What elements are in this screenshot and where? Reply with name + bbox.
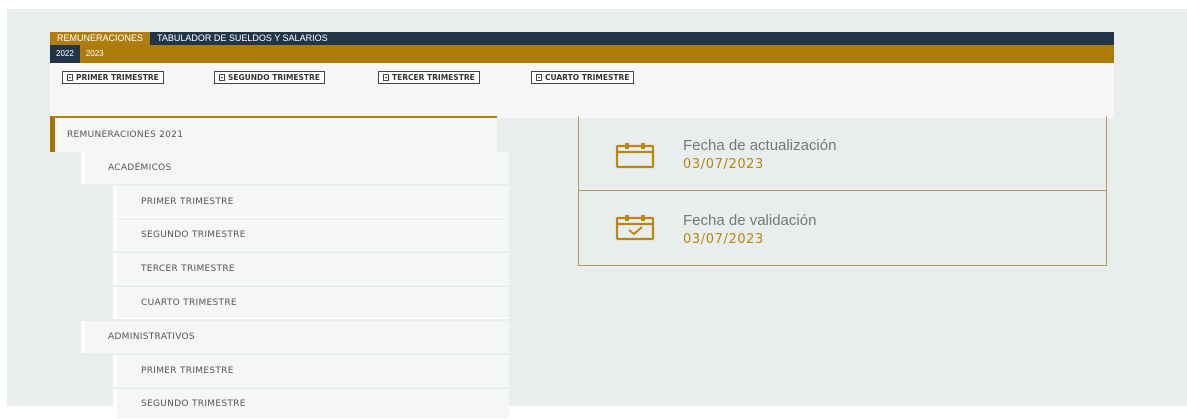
quarter-button-row: PRIMER TRIMESTRE SEGUNDO TRIMESTRE TERCE… xyxy=(50,63,1114,118)
document-icon xyxy=(67,74,73,81)
tercer-trimestre-button[interactable]: TERCER TRIMESTRE xyxy=(378,71,480,84)
cuarto-trimestre-button[interactable]: CUARTO TRIMESTRE xyxy=(531,71,635,84)
document-icon xyxy=(219,74,225,81)
sidebar-group-administrativos[interactable]: ADMINISTRATIVOS xyxy=(81,321,509,353)
sidebar-item-tercer-trimestre[interactable]: TERCER TRIMESTRE xyxy=(113,253,509,285)
tab-tabulador[interactable]: TABULADOR DE SUELDOS Y SALARIOS xyxy=(150,32,335,45)
document-icon xyxy=(536,74,542,81)
year-tab-2022[interactable]: 2022 xyxy=(50,45,80,63)
updated-row: Fecha de actualización 03/07/2023 xyxy=(579,116,1106,190)
button-label: CUARTO TRIMESTRE xyxy=(545,73,630,82)
sidebar-section-remuneraciones-2021[interactable]: REMUNERACIONES 2021 xyxy=(50,116,497,152)
validated-label: Fecha de validación xyxy=(683,212,817,229)
sidebar-item-cuarto-trimestre[interactable]: CUARTO TRIMESTRE xyxy=(113,287,509,319)
sidebar-group-academicos[interactable]: ACADÉMICOS xyxy=(81,152,509,184)
tab-bar: REMUNERACIONES TABULADOR DE SUELDOS Y SA… xyxy=(50,32,1114,45)
sidebar-item-primer-trimestre[interactable]: PRIMER TRIMESTRE xyxy=(113,186,509,218)
update-info-card: Fecha de actualización 03/07/2023 Fecha … xyxy=(578,116,1107,266)
tab-remuneraciones[interactable]: REMUNERACIONES xyxy=(50,32,151,45)
updated-date: 03/07/2023 xyxy=(683,157,764,172)
sidebar-item-primer-trimestre[interactable]: PRIMER TRIMESTRE xyxy=(113,355,509,387)
primer-trimestre-button[interactable]: PRIMER TRIMESTRE xyxy=(62,71,164,84)
calendar-icon xyxy=(615,143,655,169)
sidebar-item-segundo-trimestre[interactable]: SEGUNDO TRIMESTRE xyxy=(113,389,509,419)
button-label: PRIMER TRIMESTRE xyxy=(76,73,159,82)
button-label: SEGUNDO TRIMESTRE xyxy=(228,73,320,82)
validated-row: Fecha de validación 03/07/2023 xyxy=(579,191,1106,265)
segundo-trimestre-button[interactable]: SEGUNDO TRIMESTRE xyxy=(214,71,325,84)
validated-date: 03/07/2023 xyxy=(683,232,764,247)
document-icon xyxy=(383,74,389,81)
sidebar-item-segundo-trimestre[interactable]: SEGUNDO TRIMESTRE xyxy=(113,219,509,251)
calendar-check-icon xyxy=(615,215,655,241)
button-label: TERCER TRIMESTRE xyxy=(392,73,475,82)
updated-label: Fecha de actualización xyxy=(683,137,837,154)
year-tab-2023[interactable]: 2023 xyxy=(80,45,110,63)
year-bar: 2022 2023 xyxy=(50,45,1114,63)
